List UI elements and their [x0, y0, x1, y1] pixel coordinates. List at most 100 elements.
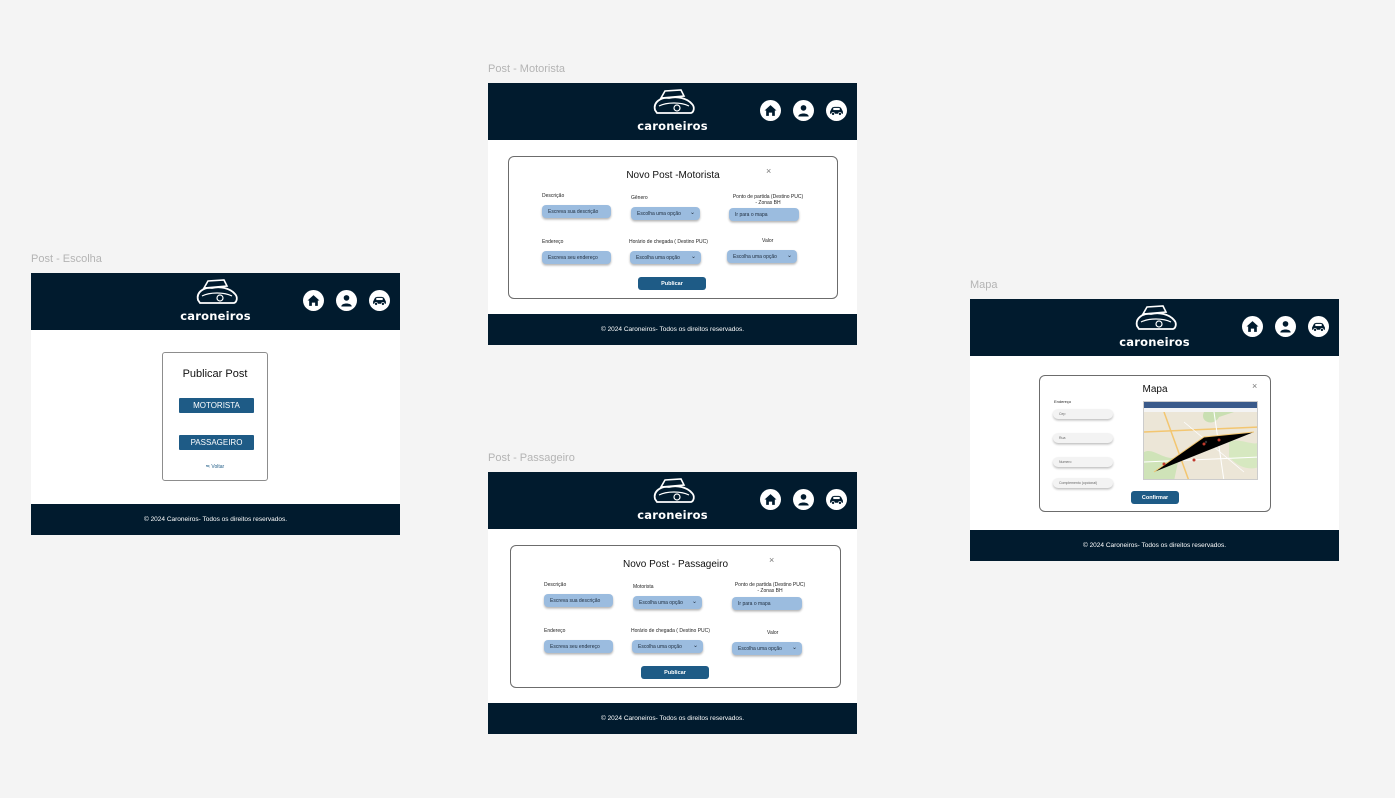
rides-button[interactable]: [826, 489, 847, 510]
logo[interactable]: caroneiros: [1110, 304, 1200, 349]
user-icon: [798, 494, 809, 506]
cep-input[interactable]: Cep: [1053, 409, 1113, 419]
home-button[interactable]: [760, 489, 781, 510]
rides-button[interactable]: [369, 290, 390, 311]
copyright: © 2024 Caroneiros- Todos os direitos res…: [1082, 542, 1227, 549]
back-link[interactable]: ≒ Voltar: [163, 464, 267, 470]
header: caroneiros: [488, 83, 857, 140]
home-button[interactable]: [760, 100, 781, 121]
copyright: © 2024 Caroneiros- Todos os direitos res…: [143, 516, 288, 523]
driver-select[interactable]: Escolha uma opção ⌄: [633, 596, 702, 609]
brand-name: caroneiros: [637, 508, 708, 522]
gender-select-value: Escolha uma opção: [637, 210, 681, 217]
map-view[interactable]: [1143, 401, 1258, 480]
map-modal: Mapa × Endereço Cep Rua Numero Complemen…: [1039, 375, 1271, 512]
value-select[interactable]: Escolha uma opção ⌄: [732, 642, 802, 655]
number-input[interactable]: Numero: [1053, 457, 1113, 467]
close-icon[interactable]: ×: [769, 555, 774, 565]
brand-name: caroneiros: [180, 309, 251, 323]
home-icon: [1246, 321, 1259, 332]
user-icon: [1280, 321, 1291, 333]
user-icon: [341, 295, 352, 307]
car-icon: [1312, 322, 1325, 332]
profile-button[interactable]: [1275, 316, 1296, 337]
arrival-select-value: Escolha uma opção: [636, 254, 680, 261]
choice-card: Publicar Post MOTORISTA PASSAGEIRO ≒ Vol…: [162, 352, 268, 481]
value-label: Valor: [762, 238, 774, 244]
chevron-down-icon: ⌄: [786, 253, 792, 259]
header-nav: [760, 489, 847, 510]
user-icon: [798, 105, 809, 117]
street-input[interactable]: Rua: [1053, 433, 1113, 443]
driver-button[interactable]: MOTORISTA: [179, 398, 254, 413]
passenger-button[interactable]: PASSAGEIRO: [179, 435, 254, 450]
address-label: Endereço: [542, 239, 564, 245]
car-logo-icon: [653, 478, 695, 503]
departure-label-line2: - Zonas BH: [755, 200, 781, 206]
home-icon: [764, 494, 777, 505]
address-label: Endereço: [544, 628, 566, 634]
description-label: Descrição: [542, 193, 565, 199]
frame-mapa: caroneiros Mapa × Endereço Cep Rua Numer…: [970, 299, 1339, 561]
publish-button[interactable]: Publicar: [641, 666, 709, 679]
description-input[interactable]: Escreva sua descrição: [544, 594, 613, 607]
departure-label-line2: - Zonas BH: [757, 588, 783, 594]
logo[interactable]: caroneiros: [171, 278, 261, 323]
home-button[interactable]: [1242, 316, 1263, 337]
gender-label: Gênero: [631, 195, 648, 201]
departure-label: Ponto de partida (Destino PUC) - Zonas B…: [730, 582, 810, 594]
profile-button[interactable]: [793, 100, 814, 121]
footer: © 2024 Caroneiros- Todos os direitos res…: [31, 504, 400, 535]
header: caroneiros: [31, 273, 400, 330]
car-logo-icon: [653, 89, 695, 114]
back-icon: ≒: [205, 464, 210, 470]
header-nav: [760, 100, 847, 121]
footer: © 2024 Caroneiros- Todos os direitos res…: [970, 530, 1339, 561]
map-button[interactable]: Ir para o mapa: [732, 597, 802, 610]
header-nav: [303, 290, 390, 311]
address-input[interactable]: Escreva seu endereço: [542, 251, 611, 264]
modal-title: Novo Post - Passageiro: [622, 559, 729, 570]
map-button[interactable]: Ir para o mapa: [729, 208, 799, 221]
chevron-down-icon: ⌄: [691, 599, 697, 605]
post-modal: Novo Post - Passageiro × Descrição Escre…: [510, 545, 841, 688]
confirm-button[interactable]: Confirmar: [1131, 491, 1179, 504]
arrival-select[interactable]: Escolha uma opção ⌄: [630, 251, 701, 264]
arrival-label: Horário de chegada ( Destino PUC): [629, 239, 708, 245]
description-input[interactable]: Escreva sua descrição: [542, 205, 611, 218]
address-label: Endereço: [1054, 399, 1072, 404]
profile-button[interactable]: [793, 489, 814, 510]
value-label: Valor: [767, 630, 779, 636]
rides-button[interactable]: [1308, 316, 1329, 337]
logo[interactable]: caroneiros: [628, 477, 718, 522]
profile-button[interactable]: [336, 290, 357, 311]
back-label: Voltar: [211, 464, 225, 470]
chevron-down-icon: ⌄: [692, 643, 698, 649]
frame-label-mapa: Mapa: [970, 279, 998, 291]
post-modal: Novo Post -Motorista × Descrição Escreva…: [508, 156, 838, 299]
brand-name: caroneiros: [637, 119, 708, 133]
value-select[interactable]: Escolha uma opção ⌄: [727, 250, 797, 263]
frame-label-motorista: Post - Motorista: [488, 63, 566, 75]
arrival-select[interactable]: Escolha uma opção ⌄: [632, 640, 703, 653]
card-title: Publicar Post: [182, 368, 248, 380]
address-input[interactable]: Escreva seu endereço: [544, 640, 613, 653]
publish-button[interactable]: Publicar: [638, 277, 706, 290]
brand-name: caroneiros: [1119, 335, 1190, 349]
frame-post-escolha: caroneiros Publicar Post MOTORISTA PASSA…: [31, 273, 400, 535]
header: caroneiros: [488, 472, 857, 529]
chevron-down-icon: ⌄: [689, 210, 695, 216]
frame-label-escolha: Post - Escolha: [31, 253, 102, 265]
rides-button[interactable]: [826, 100, 847, 121]
home-icon: [307, 295, 320, 306]
close-icon[interactable]: ×: [766, 166, 771, 176]
chevron-down-icon: ⌄: [690, 254, 696, 260]
complement-input[interactable]: Complemento (opcional): [1053, 478, 1113, 488]
close-icon[interactable]: ×: [1252, 381, 1257, 391]
car-icon: [830, 495, 843, 505]
map-image: [1144, 412, 1257, 479]
gender-select[interactable]: Escolha uma opção ⌄: [631, 207, 700, 220]
logo[interactable]: caroneiros: [628, 88, 718, 133]
departure-label: Ponto de partida (Destino PUC) - Zonas B…: [728, 194, 808, 206]
home-button[interactable]: [303, 290, 324, 311]
